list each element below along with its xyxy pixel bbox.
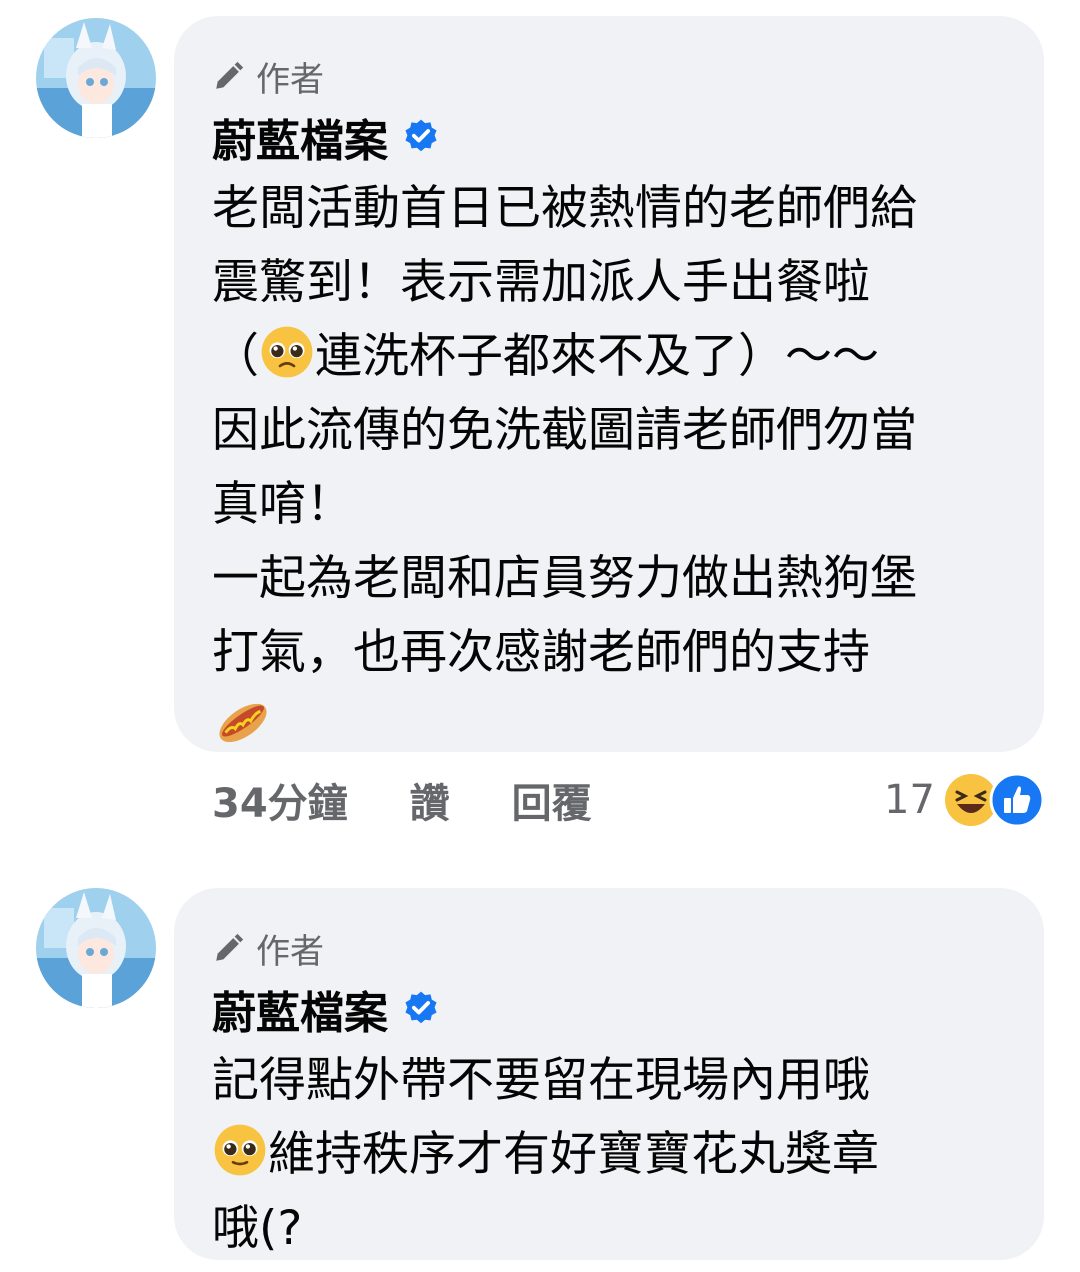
comment-line: 一起為老闆和店員努力做出熱狗堡 <box>212 551 917 606</box>
comment-line: 震驚到！表示需加派人手出餐啦 <box>212 255 870 310</box>
like-reaction-icon <box>989 772 1045 828</box>
author-name-row: 蔚藍檔案 <box>212 976 1008 1042</box>
comment-line: （ 連洗杯子都來不及了）～～ <box>212 320 1008 394</box>
reply-button[interactable]: 回覆 <box>512 771 592 829</box>
author-badge-label: 作者 <box>256 931 324 972</box>
verified-badge-icon <box>405 991 437 1024</box>
comment-text: 老闆活動首日已被熱情的老師們給 震驚到！表示需加派人手出餐啦 （ 連洗杯子都來不及了）… <box>212 172 1008 766</box>
avatar[interactable] <box>36 888 156 1008</box>
pen-icon <box>216 61 244 89</box>
pen-icon <box>216 933 244 961</box>
comment-bubble: 作者 蔚藍檔案 老闆活動首日已被熱情的老師們給 震驚到！表示需加派人手出餐啦 （ 連洗… <box>174 16 1044 752</box>
verified-badge-icon <box>405 119 437 152</box>
reaction-summary[interactable]: 17 <box>884 770 1047 830</box>
comment-text: 記得點外帶不要留在現場內用哦維持秩序才有好寶寶花丸獎章哦(? <box>212 1044 1008 1266</box>
comment-line-text: 維持秩序才有好寶寶花丸獎章 <box>268 1127 879 1182</box>
reaction-icons <box>943 772 1047 828</box>
author-badge-label: 作者 <box>256 59 324 100</box>
like-button[interactable]: 讚 <box>410 771 450 829</box>
comment-actions: 34分鐘 讚 回覆 <box>212 770 592 830</box>
author-name[interactable]: 蔚藍檔案 <box>212 105 388 169</box>
comment-line: 真唷！ <box>212 477 353 532</box>
author-name[interactable]: 蔚藍檔案 <box>212 977 388 1041</box>
hotdog-icon <box>219 703 267 743</box>
comment-line: 哦(? <box>212 1201 303 1256</box>
avatar[interactable] <box>36 18 156 138</box>
author-badge: 作者 <box>212 924 1008 972</box>
author-badge: 作者 <box>212 52 1008 100</box>
comment-line <box>212 690 1008 766</box>
comment-bubble: 作者 蔚藍檔案 記得點外帶不要留在現場內用哦維持秩序才有好寶寶花丸獎章哦(? <box>174 888 1044 1260</box>
comment-line: 因此流傳的免洗截圖請老師們勿當 <box>212 403 917 458</box>
comment-line-text: 連洗杯子都來不及了）～～ <box>315 329 879 384</box>
comment-line: 老闆活動首日已被熱情的老師們給 <box>212 181 917 236</box>
pleading-face-icon <box>214 1124 266 1176</box>
pleading-face-icon <box>261 326 313 378</box>
comment-timestamp[interactable]: 34分鐘 <box>212 771 348 829</box>
comment-line: 記得點外帶不要留在現場內用哦 <box>212 1053 870 1108</box>
author-name-row: 蔚藍檔案 <box>212 104 1008 170</box>
comment-line: 維持秩序才有好寶寶花丸獎章 <box>212 1118 1008 1192</box>
reaction-count: 17 <box>884 777 935 823</box>
comment-line: 打氣，也再次感謝老師們的支持 <box>212 625 870 680</box>
paren-open: （ <box>212 329 259 384</box>
